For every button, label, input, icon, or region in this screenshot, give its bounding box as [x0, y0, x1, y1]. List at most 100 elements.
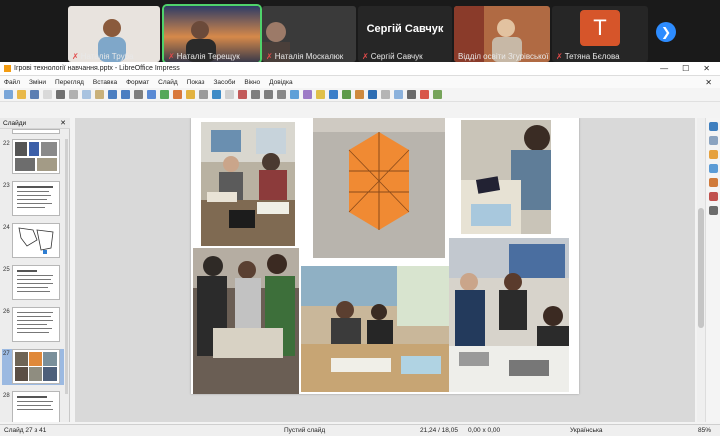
undo-icon[interactable] — [108, 90, 117, 99]
properties-icon[interactable] — [709, 122, 718, 131]
participant-tile[interactable]: Сергій Савчук ✗ Сергій Савчук — [358, 6, 452, 62]
status-bar: Слайд 27 з 41 Пустий слайд 21,24 / 18,05… — [0, 424, 720, 436]
slides-pane-scrollbar[interactable] — [65, 139, 68, 394]
object-size: 0,00 x 0,00 — [468, 427, 501, 434]
menu-window[interactable]: Вікно — [244, 79, 260, 86]
slide-thumbnail[interactable]: 24 — [2, 223, 64, 259]
photo-students-table[interactable] — [201, 122, 295, 246]
display-views-icon[interactable] — [225, 90, 234, 99]
table-icon[interactable] — [147, 90, 156, 99]
participant-tile-active[interactable]: ✗ Наталія Терещук — [162, 4, 262, 64]
export-pdf-icon[interactable] — [43, 90, 52, 99]
vertical-scrollbar[interactable] — [697, 118, 705, 422]
photo-boy-cards[interactable] — [461, 120, 551, 234]
navigator-icon[interactable] — [709, 206, 718, 215]
close-button[interactable]: ✕ — [703, 64, 710, 73]
photo-group-standing[interactable] — [193, 248, 299, 394]
participant-name: Тетяна Бєлова — [564, 52, 620, 61]
arrange-icon[interactable] — [329, 90, 338, 99]
participant-tile[interactable]: T ✗ Тетяна Бєлова — [552, 6, 648, 62]
slide-thumbnail[interactable]: 28 — [2, 391, 64, 422]
slide-show-icon[interactable] — [212, 90, 221, 99]
slide-transition-icon[interactable] — [709, 136, 718, 145]
print-icon[interactable] — [56, 90, 65, 99]
gluepoints-icon[interactable] — [420, 90, 429, 99]
menu-tools[interactable]: Засоби — [214, 79, 236, 86]
slide-thumbnail-selected[interactable]: 27 — [2, 349, 64, 385]
image-icon[interactable] — [160, 90, 169, 99]
slide-edit-area[interactable] — [75, 118, 695, 422]
shadow-icon[interactable] — [368, 90, 377, 99]
styles-icon[interactable] — [709, 178, 718, 187]
mic-muted-icon: ✗ — [168, 52, 175, 61]
menu-view[interactable]: Перегляд — [55, 79, 84, 86]
chart-icon[interactable] — [173, 90, 182, 99]
language-indicator[interactable]: Українська — [570, 427, 603, 434]
slide-thumbnail[interactable]: 22 — [2, 139, 64, 175]
slide-counter: Слайд 27 з 41 — [4, 427, 47, 434]
slides-pane: 22 23 24 25 26 27 28 — [0, 129, 70, 422]
slide-thumbnail[interactable]: 23 — [2, 181, 64, 217]
menu-edit[interactable]: Зміни — [29, 79, 46, 86]
layout-name: Пустий слайд — [284, 427, 326, 434]
scroll-thumb[interactable] — [698, 208, 704, 328]
participant-name: Наталія Труба — [80, 52, 134, 61]
participant-tile[interactable]: Відділ освіти Згурівської ... — [454, 6, 550, 62]
gallery-icon[interactable] — [709, 192, 718, 201]
participant-strip: ✗ Наталія Труба ✗ Наталія Терещук ✗ Наталія… — [0, 0, 720, 64]
connector-icon[interactable] — [290, 90, 299, 99]
textbox-icon[interactable] — [186, 90, 195, 99]
shapes-icon[interactable] — [303, 90, 312, 99]
distribute-icon[interactable] — [355, 90, 364, 99]
participant-tile[interactable]: ✗ Наталія Москалюк — [262, 6, 356, 62]
screen: ✗ Наталія Труба ✗ Наталія Терещук ✗ Наталія… — [0, 0, 720, 436]
menu-insert[interactable]: Вставка — [93, 79, 117, 86]
photo-students-thumbs[interactable] — [449, 238, 569, 392]
menu-help[interactable]: Довідка — [269, 79, 292, 86]
filter-icon[interactable] — [394, 90, 403, 99]
menu-slideshow[interactable]: Показ — [187, 79, 205, 86]
new-icon[interactable] — [4, 90, 13, 99]
participant-tile[interactable]: ✗ Наталія Труба — [68, 6, 160, 62]
slide-thumbnail[interactable]: 25 — [2, 265, 64, 301]
minimize-button[interactable]: — — [660, 64, 668, 73]
photo-orange-hexagon[interactable] — [313, 118, 445, 258]
ellipse-icon[interactable] — [264, 90, 273, 99]
special-character-icon[interactable] — [199, 90, 208, 99]
participant-name: Наталія Москалюк — [274, 52, 344, 61]
cut-icon[interactable] — [69, 90, 78, 99]
save-icon[interactable] — [30, 90, 39, 99]
animation-icon[interactable] — [709, 150, 718, 159]
close-document-icon[interactable]: ✕ — [705, 78, 712, 87]
menu-slide[interactable]: Слайд — [158, 79, 178, 86]
chevron-right-icon[interactable]: ❯ — [656, 22, 676, 42]
points-icon[interactable] — [407, 90, 416, 99]
line-icon[interactable] — [238, 90, 247, 99]
zoom-level[interactable]: 85% — [698, 427, 711, 434]
standard-toolbar — [0, 88, 720, 102]
redo-icon[interactable] — [121, 90, 130, 99]
toggle-extrusion-icon[interactable] — [433, 90, 442, 99]
maximize-button[interactable]: ☐ — [682, 64, 689, 73]
master-slides-icon[interactable] — [709, 164, 718, 173]
rectangle-icon[interactable] — [251, 90, 260, 99]
cursor-position: 21,24 / 18,05 — [420, 427, 458, 434]
copy-icon[interactable] — [82, 90, 91, 99]
paste-icon[interactable] — [95, 90, 104, 99]
photo-girls-desks[interactable] — [301, 266, 449, 392]
mic-muted-icon: ✗ — [362, 52, 369, 61]
menu-format[interactable]: Формат — [126, 79, 149, 86]
mic-muted-icon: ✗ — [556, 52, 563, 61]
close-pane-icon[interactable]: ✕ — [60, 119, 66, 127]
open-icon[interactable] — [17, 90, 26, 99]
arrow-icon[interactable] — [277, 90, 286, 99]
smiley-icon[interactable] — [316, 90, 325, 99]
align-icon[interactable] — [342, 90, 351, 99]
menu-file[interactable]: Файл — [4, 79, 20, 86]
slide-thumbnail[interactable] — [2, 129, 64, 134]
grid-icon[interactable] — [134, 90, 143, 99]
participant-name: Наталія Терещук — [176, 52, 240, 61]
crop-icon[interactable] — [381, 90, 390, 99]
current-slide[interactable] — [191, 118, 579, 394]
slide-thumbnail[interactable]: 26 — [2, 307, 64, 343]
